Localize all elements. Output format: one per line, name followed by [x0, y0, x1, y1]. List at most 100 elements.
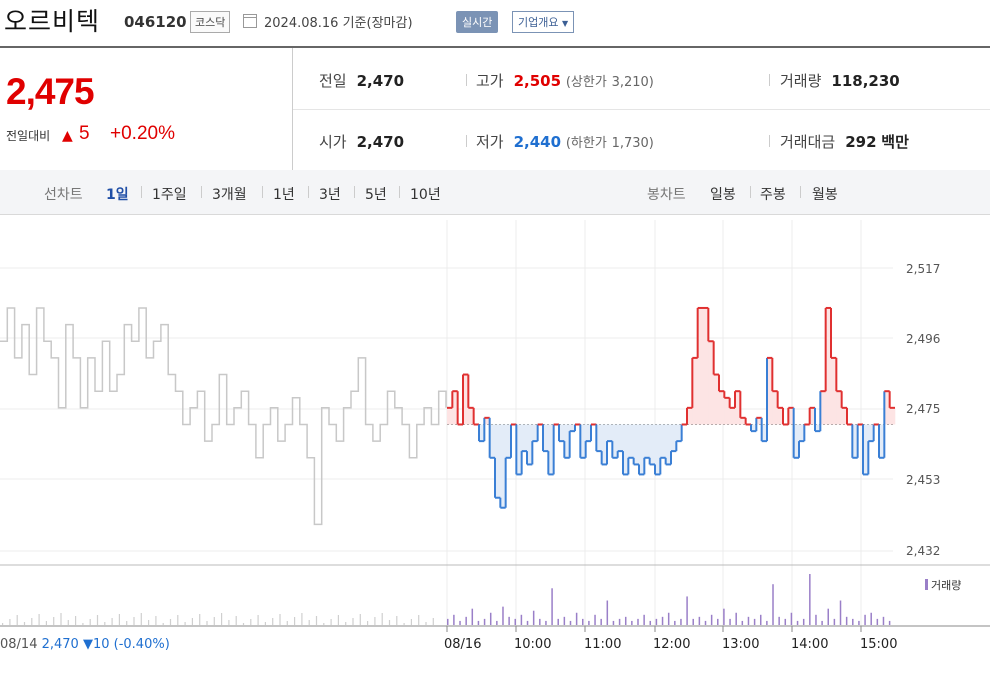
x-tick-label: 13:00	[722, 637, 760, 652]
price-area	[596, 424, 602, 452]
price-area	[719, 391, 725, 425]
tab-monthly[interactable]: 월봉	[812, 184, 838, 204]
low-price: 저가 2,440 (하한가 1,730)	[476, 133, 654, 151]
price-area	[868, 424, 874, 442]
volume-bar	[563, 616, 566, 625]
prev-volume-bar	[272, 618, 274, 625]
price-area	[479, 424, 485, 442]
volume-bar	[882, 616, 885, 625]
volume-bar	[637, 618, 639, 625]
prev-volume-bar	[257, 615, 259, 625]
volume-bar	[674, 620, 676, 625]
prev-volume-bar	[67, 620, 69, 625]
prev-volume-bar	[221, 613, 223, 625]
price-area	[607, 424, 613, 442]
stock-header: 오르비텍 046120 코스닥 2024.08.16 기준(장마감) 실시간 기…	[0, 0, 990, 48]
y-tick-label: 2,496	[906, 332, 941, 346]
x-tick-label: 10:00	[514, 637, 552, 652]
divider	[769, 135, 770, 147]
volume-bar	[852, 618, 854, 625]
price-area	[767, 357, 773, 425]
prev-volume-bar	[38, 614, 40, 625]
volume-bar	[821, 620, 823, 625]
volume-bar	[539, 618, 541, 625]
period-tabs: 선차트 1일 1주일 3개월 1년 3년 5년 10년 봉차트 일봉 주봉 월봉	[0, 170, 990, 215]
price-area	[628, 424, 634, 458]
volume-bar	[471, 608, 474, 625]
volume-bar	[827, 608, 829, 625]
current-price-box: 2,475 전일대비 ▲ 5 +0.20%	[0, 48, 293, 170]
volume-bar	[790, 612, 793, 625]
divider	[399, 186, 400, 198]
volume-bar	[809, 574, 811, 625]
volume-bar	[796, 620, 799, 625]
volume-bar	[723, 608, 725, 625]
volume-bar	[526, 620, 529, 625]
price-area	[863, 424, 869, 475]
price-area	[729, 407, 736, 425]
volume-bar	[545, 620, 547, 625]
tab-10y[interactable]: 10년	[410, 184, 441, 204]
tab-weekly[interactable]: 주봉	[760, 184, 786, 204]
quote-date: 2024.08.16 기준(장마감)	[264, 16, 413, 31]
volume-bar	[741, 620, 744, 625]
tab-1d[interactable]: 1일	[106, 184, 129, 204]
volume-bar	[489, 612, 492, 625]
prev-volume-bar	[191, 618, 193, 625]
price-area	[793, 424, 800, 458]
prev-volume-bar	[169, 619, 172, 625]
tab-1y[interactable]: 1년	[273, 184, 295, 204]
volume-bar	[606, 600, 609, 625]
prev-volume-bar	[155, 616, 157, 625]
prev-volume-bar	[45, 621, 47, 625]
prev-volume-bar	[242, 623, 245, 625]
price-area	[703, 307, 709, 425]
tab-3m[interactable]: 3개월	[212, 184, 247, 204]
price-area	[527, 424, 533, 465]
price-area	[505, 424, 512, 458]
prev-volume-bar	[82, 623, 84, 625]
divider	[262, 186, 263, 198]
market-badge: 코스닥	[190, 11, 231, 33]
prev-volume-bar	[118, 614, 120, 625]
tab-daily[interactable]: 일봉	[710, 184, 736, 204]
chevron-down-icon: ▼	[561, 19, 569, 28]
tab-1w[interactable]: 1주일	[152, 184, 187, 204]
volume-bar	[643, 614, 645, 625]
prev-volume-bar	[403, 623, 405, 625]
tab-3y[interactable]: 3년	[319, 184, 341, 204]
volume-bar	[704, 620, 707, 625]
high-price: 고가 2,505 (상한가 3,210)	[476, 72, 654, 90]
price-area	[788, 407, 794, 425]
prev-volume-bar	[279, 614, 281, 625]
volume-bar	[888, 620, 891, 625]
tab-5y[interactable]: 5년	[365, 184, 387, 204]
company-overview-button[interactable]: 기업개요 ▼	[512, 11, 575, 33]
volume-bar	[551, 588, 553, 625]
volume-bar	[624, 616, 627, 625]
price-area	[617, 424, 624, 452]
prev-volume-bar	[9, 619, 11, 625]
prev-volume-bar	[381, 613, 383, 625]
volume-bar	[465, 616, 467, 625]
volume-bar	[778, 616, 780, 625]
trade-amount: 거래대금 292 백만	[780, 133, 909, 151]
realtime-button[interactable]: 실시간	[456, 11, 499, 33]
prev-volume-bar	[228, 620, 230, 625]
price-area	[484, 417, 490, 425]
x-tick-label: 08/16	[444, 637, 482, 652]
price-area	[564, 424, 570, 458]
x-tick-label: 11:00	[584, 637, 622, 652]
prev-volume-bar	[308, 620, 310, 625]
price-area	[820, 391, 826, 425]
prev-volume-bar	[96, 615, 99, 625]
volume-bar	[453, 614, 455, 625]
prev-volume-bar	[177, 615, 179, 625]
price-area	[660, 424, 666, 458]
price-area	[569, 424, 576, 432]
volume-bar	[833, 618, 836, 625]
price-area	[585, 424, 592, 442]
prev-volume-bar	[60, 613, 62, 625]
volume-bar	[717, 618, 719, 625]
volume-bar	[667, 612, 670, 625]
